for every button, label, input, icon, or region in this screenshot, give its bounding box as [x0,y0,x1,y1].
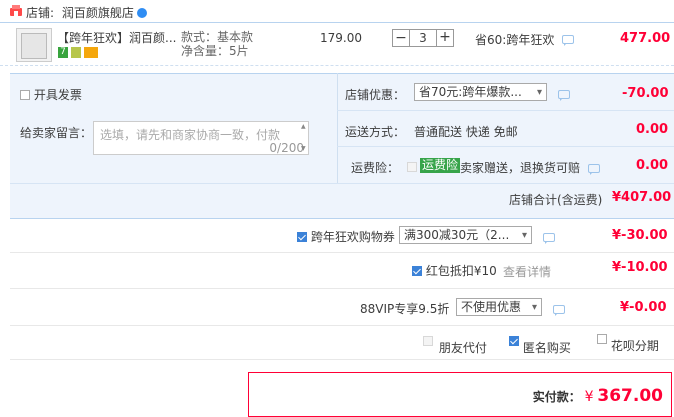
invoice-label: 开具发票 [33,88,82,102]
vip-label: 88VIP专享9.5折 [360,302,450,316]
shop-coupon-label: 店铺优惠： [345,88,406,102]
shop-name[interactable]: 润百颜旗舰店 [62,6,134,20]
final-label: 实付款： [532,390,581,404]
freight-insurance-desc: 卖家赠送，退换货可赔 [460,161,581,175]
huabei-checkbox[interactable] [597,334,607,344]
freight-insurance-checkbox-wrap[interactable] [407,159,417,173]
platform-coupon-select[interactable]: 满300减30元（2... ▾ [399,226,532,244]
quantity-minus-button[interactable]: − [392,29,410,47]
shop-coupon-amount: -70.00 [622,86,669,101]
platform-coupon-value: 满300减30元（2... [404,228,510,242]
red-packet-checkbox[interactable] [412,265,422,276]
verified-icon [137,8,147,18]
chevron-down-icon: ▾ [536,87,542,98]
invoice-checkbox[interactable] [20,89,30,100]
freight-insurance-checkbox[interactable] [407,161,417,172]
item-subtotal: 477.00 [620,31,671,46]
quantity-input[interactable]: 3 [410,29,436,47]
platform-coupon-checkbox[interactable] [297,231,307,242]
platform-coupon-amount: ¥-30.00 [612,228,668,243]
red-packet-details-link[interactable]: 查看详情 [503,263,551,280]
message-counter: 0/200 [269,141,304,155]
shop-label: 店铺: [26,6,55,20]
quantity-plus-button[interactable]: + [436,29,454,47]
platform-coupon-label: 跨年狂欢购物券 [310,230,395,244]
friend-pay-label: 朋友代付 [438,341,487,355]
red-packet-amount: ¥-10.00 [612,260,668,275]
final-currency: ¥ [584,389,594,405]
shop-total-value: ¥407.00 [612,190,672,205]
shipping-amount: 0.00 [636,122,669,137]
invoice-option[interactable]: 开具发票 [20,86,82,103]
shipping-label: 运送方式： [345,125,406,139]
chat-icon[interactable] [543,231,555,245]
chat-icon[interactable] [553,303,565,317]
shop-header: 店铺: 润百颜旗舰店 [26,4,134,21]
panel-divider [337,73,338,183]
chat-icon[interactable] [562,33,574,47]
message-label: 给卖家留言： [20,126,93,140]
final-payment-box: 实付款： ¥ 367.00 [248,372,672,417]
textarea-scrollbar[interactable]: ▲ ▼ [301,124,307,152]
leaf-icon [71,47,81,58]
red-packet-label: 红包抵扣¥10 [425,264,497,278]
message-textarea[interactable]: 选填，请先和商家协商一致，付款 0/200 ▲ ▼ [93,121,309,155]
spec-quantity: 净含量：5片 [181,44,249,58]
freight-insurance-amount: 0.00 [636,158,669,173]
huabei-label: 花呗分期 [610,339,659,353]
vip-value: 不使用优惠 [461,300,522,314]
anonymous-label: 匿名购买 [522,341,571,355]
anonymous-option[interactable]: 匿名购买 [509,336,571,356]
item-discount: 省60:跨年狂欢 [475,33,555,47]
shop-coupon-select[interactable]: 省70元:跨年爆款... ▾ [414,83,547,101]
friend-pay-checkbox[interactable] [423,336,433,346]
freight-insurance-label: 运费险： [351,161,400,175]
product-thumbnail[interactable] [16,28,52,62]
platform-coupon-option[interactable]: 跨年狂欢购物券 [297,228,395,245]
card-icon [84,47,98,58]
unit-price: 179.00 [320,31,362,45]
huabei-option[interactable]: 花呗分期 [597,334,659,354]
final-amount: 367.00 [597,386,663,406]
chat-icon[interactable] [558,88,570,102]
info-chat-icon[interactable] [588,162,600,176]
message-placeholder: 选填，请先和商家协商一致，付款 [100,128,281,142]
red-packet-option[interactable]: 红包抵扣¥10 [412,262,497,279]
item-title[interactable]: 【跨年狂欢】润百颜... [57,29,176,46]
shop-total-label: 店铺合计(含运费) [509,193,603,207]
freight-insurance-tag: 运费险 [420,158,461,173]
shipping-value: 普通配送 快递 免邮 [414,125,518,139]
vip-select[interactable]: 不使用优惠 ▾ [456,298,542,316]
anonymous-checkbox[interactable] [509,336,519,346]
shop-icon [9,5,23,17]
friend-pay-option[interactable]: 朋友代付 [423,336,487,356]
vip-amount: ¥-0.00 [620,300,667,315]
seven-day-return-badge: 7 [58,47,68,58]
chevron-down-icon: ▾ [531,302,537,313]
shop-coupon-value: 省70元:跨年爆款... [419,85,522,99]
chevron-down-icon: ▾ [521,230,527,241]
